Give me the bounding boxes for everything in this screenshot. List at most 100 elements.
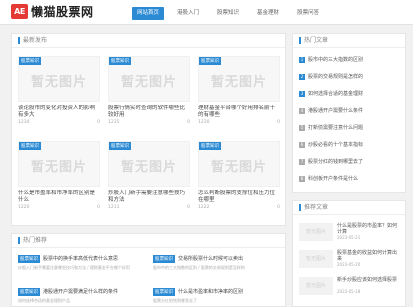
recommend-item[interactable]: 暂无图片 新手炒股应该如何选择股票 2023-05-18: [299, 277, 399, 295]
article-title[interactable]: 理财基金平台哪个好用排名前十的有哪些: [198, 105, 280, 119]
article-thumbnail[interactable]: 股票知识暂无图片: [198, 56, 280, 102]
article-title[interactable]: 谈论股市的变化对投资人的影响有多大: [18, 105, 100, 119]
recommend-date: 2023-05-21: [337, 235, 361, 240]
nav-hk-stocks[interactable]: 港股入门: [172, 7, 204, 20]
list-item[interactable]: 股票知识 港股通开户需要满足什么样的条件 如何选择合适的基金理财产品: [18, 288, 146, 303]
comments-count: 0: [277, 120, 280, 125]
list-item-title[interactable]: 什么是市盈率和市净率的区别: [178, 289, 243, 295]
hot-item-title[interactable]: 股票分红的钱到哪里去了: [308, 158, 363, 165]
article-title[interactable]: 怎么判断股票的支撑位和压力位在哪里: [198, 190, 280, 204]
hot-item[interactable]: 5 打新债需要注意什么问题: [299, 124, 399, 131]
list-item-excerpt: 炒股入门新手需要注意哪些技巧和方法 / 理财基金平台哪个好用: [18, 265, 130, 270]
views-count: 1220: [18, 205, 30, 210]
article-meta: 1230 0: [198, 120, 280, 125]
category-badge[interactable]: 股票知识: [199, 142, 221, 150]
views-count: 1230: [198, 120, 210, 125]
recommend-thumbnail[interactable]: 暂无图片: [299, 277, 333, 295]
article-thumbnail[interactable]: 股票知识暂无图片: [18, 56, 100, 102]
no-image-placeholder: 暂无图片: [120, 160, 177, 175]
recommend-date: 2023-05-20: [337, 262, 361, 267]
article-meta: 1235 0: [108, 120, 190, 125]
nav-stock-qa[interactable]: 股票问答: [292, 7, 324, 20]
rank-number: 8: [299, 175, 305, 182]
article-card[interactable]: 股票知识暂无图片 什么是市盈率和市净率的区别是什么 1220 0: [18, 141, 100, 210]
recommend-panel: 推荐文章 暂无图片 什么是股票的市盈率？如何计算 2023-05-21 暂无图片…: [292, 200, 406, 307]
category-tag[interactable]: 股票知识: [153, 255, 175, 263]
recommend-thumbnail[interactable]: 暂无图片: [299, 250, 333, 268]
comments-count: 0: [187, 205, 190, 210]
article-card[interactable]: 股票知识暂无图片 怎么判断股票的支撑位和压力位在哪里 1222 0: [198, 141, 280, 210]
hot-item[interactable]: 4 港股通开户需要什么条件: [299, 107, 399, 114]
hot-item[interactable]: 3 如何选择合适的基金理财: [299, 90, 399, 97]
recommend-thumbnail[interactable]: 暂无图片: [299, 223, 333, 241]
site-logo[interactable]: AE 懒猫股票网: [11, 3, 94, 20]
article-thumbnail[interactable]: 股票知识暂无图片: [198, 141, 280, 187]
hot-item[interactable]: 6 炒股必看的十个基本指标: [299, 141, 399, 148]
no-image-placeholder: 暂无图片: [210, 75, 267, 90]
article-thumbnail[interactable]: 股票知识暂无图片: [108, 141, 190, 187]
article-meta: 1211 0: [108, 205, 190, 210]
no-image-placeholder: 暂无图片: [30, 160, 87, 175]
comments-count: 0: [97, 205, 100, 210]
article-card[interactable]: 股票知识暂无图片 炒股入门新手需要注意哪些技巧和方法 1211 0: [108, 141, 190, 210]
top-bar: AE 懒猫股票网 网站首页 港股入门 股票知识 基金理财 股票问答: [0, 0, 413, 25]
hot-item-title[interactable]: 如何选择合适的基金理财: [308, 90, 363, 97]
hot-item[interactable]: 2 股票的交易规则是怎样的: [299, 73, 399, 80]
bottom-heading: 热门推荐: [12, 234, 285, 248]
list-item-excerpt: 如何选择合适的基金理财产品: [18, 298, 70, 303]
rank-number: 6: [299, 141, 305, 148]
latest-panel: 最新发布 股票知识 暂无图片 谈论股市的变化对投资人的影响有多大 1234 0 股票…: [11, 33, 286, 226]
article-card[interactable]: 股票知识暂无图片 谈论股市的变化对投资人的影响有多大 1234 0: [18, 56, 100, 125]
recommend-title[interactable]: 什么是股票的市盈率？如何计算: [337, 223, 399, 235]
category-badge[interactable]: 股票知识: [19, 142, 41, 150]
list-item-title[interactable]: 股票中的换手率高低代表什么意思: [43, 256, 118, 262]
article-thumbnail[interactable]: 股票知识 暂无图片: [108, 56, 190, 102]
main-nav: 网站首页 港股入门 股票知识 基金理财 股票问答: [132, 7, 332, 20]
comments-count: 0: [277, 205, 280, 210]
category-badge[interactable]: 股票知识: [109, 57, 131, 65]
hot-panel: 热门文章 1 股市中的三大指数的区别 2 股票的交易规则是怎样的 3 如何选择合适的基…: [292, 33, 406, 193]
hot-item-title[interactable]: 股票的交易规则是怎样的: [308, 73, 363, 80]
article-meta: 1222 0: [198, 205, 280, 210]
recommend-title[interactable]: 股票基金的收益如何计算出来: [337, 250, 399, 262]
views-count: 1234: [18, 120, 30, 125]
hot-item-title[interactable]: 炒股必看的十个基本指标: [308, 141, 363, 148]
category-tag[interactable]: 股票知识: [18, 255, 40, 263]
no-image-placeholder: 暂无图片: [210, 160, 267, 175]
recommend-heading: 推荐文章: [293, 201, 405, 215]
list-item[interactable]: 股票知识 什么是市盈率和市净率的区别 股票分红的钱到哪里去了: [153, 288, 281, 303]
list-item-title[interactable]: 港股通开户需要满足什么样的条件: [43, 289, 118, 295]
hot-item-title[interactable]: 港股通开户需要什么条件: [308, 107, 363, 114]
article-card[interactable]: 股票知识 暂无图片 股票行情实时查询的软件哪些比较好用 1235 0: [108, 56, 190, 125]
recommend-title[interactable]: 新手炒股应该如何选择股票: [337, 277, 397, 283]
comments-count: 0: [187, 120, 190, 125]
nav-home[interactable]: 网站首页: [132, 7, 165, 20]
article-title[interactable]: 什么是市盈率和市净率的区别是什么: [18, 190, 100, 204]
category-badge[interactable]: 股票知识: [109, 142, 131, 150]
views-count: 1211: [108, 205, 120, 210]
hot-item-title[interactable]: 股市中的三大指数的区别: [308, 56, 363, 63]
list-item[interactable]: 股票知识 交易所股票什么时候可以卖出 股市中的三大指数的区别 / 股票的交易规则是…: [153, 255, 281, 270]
article-title[interactable]: 股票行情实时查询的软件哪些比较好用: [108, 105, 190, 119]
list-item[interactable]: 股票知识 股票中的换手率高低代表什么意思 炒股入门新手需要注意哪些技巧和方法 / …: [18, 255, 146, 270]
list-item-title[interactable]: 交易所股票什么时候可以卖出: [178, 256, 243, 262]
category-badge[interactable]: 股票知识: [199, 57, 221, 65]
category-badge[interactable]: 股票知识: [19, 57, 41, 65]
category-tag[interactable]: 股票知识: [153, 288, 175, 296]
article-card[interactable]: 股票知识暂无图片 理财基金平台哪个好用排名前十的有哪些 1230 0: [198, 56, 280, 125]
hot-item-title[interactable]: 科创板开户条件是什么: [308, 175, 358, 182]
comments-count: 0: [97, 120, 100, 125]
hot-item-title[interactable]: 打新债需要注意什么问题: [308, 124, 363, 131]
nav-fund-finance[interactable]: 基金理财: [252, 7, 284, 20]
views-count: 1235: [108, 120, 120, 125]
hot-item[interactable]: 7 股票分红的钱到哪里去了: [299, 158, 399, 165]
article-thumbnail[interactable]: 股票知识暂无图片: [18, 141, 100, 187]
category-tag[interactable]: 股票知识: [18, 288, 40, 296]
recommend-item[interactable]: 暂无图片 股票基金的收益如何计算出来 2023-05-20: [299, 250, 399, 268]
no-image-placeholder: 暂无图片: [30, 75, 87, 90]
hot-item[interactable]: 1 股市中的三大指数的区别: [299, 56, 399, 63]
nav-stock-knowledge[interactable]: 股票知识: [212, 7, 244, 20]
recommend-item[interactable]: 暂无图片 什么是股票的市盈率？如何计算 2023-05-21: [299, 223, 399, 241]
hot-item[interactable]: 8 科创板开户条件是什么: [299, 175, 399, 182]
article-title[interactable]: 炒股入门新手需要注意哪些技巧和方法: [108, 190, 190, 204]
